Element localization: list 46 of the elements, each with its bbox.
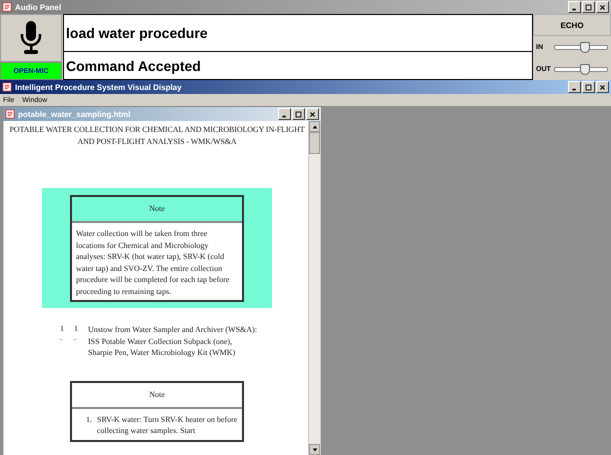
app-icon (5, 109, 15, 119)
response-text: Command Accepted (63, 52, 533, 80)
microphone-icon (20, 21, 42, 55)
minimize-button[interactable] (568, 1, 581, 13)
close-button[interactable] (596, 81, 609, 93)
scroll-up-button[interactable] (309, 121, 320, 132)
maximize-icon (584, 2, 593, 12)
step-number: 1 (60, 324, 65, 333)
minimize-button[interactable] (278, 108, 291, 120)
scroll-thumb[interactable] (309, 132, 320, 154)
app-icon (2, 82, 12, 92)
close-button[interactable] (596, 1, 609, 13)
app-icon (2, 2, 12, 12)
close-icon (598, 2, 607, 12)
minimize-button[interactable] (568, 81, 581, 93)
maximize-button[interactable] (582, 81, 595, 93)
echo-button[interactable]: ECHO (533, 14, 611, 36)
scroll-down-button[interactable] (309, 444, 320, 455)
note-text: Water collection will be taken from three locations for Chemical and Microbiology analyses: SRV-K (hot water tap), SRV-K (cold water tap) and SVO-ZV. The entire collection procedure will be completed for each tap before proceeding to remaining taps. (76, 228, 230, 297)
maximize-icon (294, 110, 303, 118)
slider-thumb[interactable] (580, 64, 590, 74)
close-icon (598, 82, 607, 92)
down-arrow-icon (312, 446, 318, 452)
step-number: . (74, 333, 77, 342)
command-text: load water procedure (63, 14, 533, 52)
slider-thumb[interactable] (580, 42, 590, 52)
note-header: Note (72, 197, 242, 223)
item-number: 1. (86, 414, 92, 426)
maximize-button[interactable] (582, 1, 595, 13)
up-arrow-icon (312, 124, 318, 130)
maximize-button[interactable] (292, 108, 305, 120)
note-text: SRV-K water: Turn SRV-K heater on before collecting water samples. Start (97, 414, 238, 436)
microphone-button[interactable] (0, 14, 62, 62)
maximize-icon (584, 82, 593, 92)
note-header: Note (72, 382, 242, 408)
document-heading: POTABLE WATER COLLECTION FOR CHEMICAL AND MICROBIOLOGY IN-FLIGHT AND POST-FLIGHT ANALYSIS - WMK/WS&A (8, 124, 306, 148)
volume-slider[interactable] (554, 66, 608, 72)
step-number: 1 (74, 324, 79, 333)
window-title: Audio Panel (15, 2, 62, 12)
window-title: Intelligent Procedure System Visual Display (15, 82, 183, 92)
window-title: potable_water_sampling.html (18, 110, 132, 118)
step-number: . (60, 333, 63, 342)
close-button[interactable] (306, 108, 319, 120)
step-text: Unstow from Water Sampler and Archiver (WS&A): ISS Potable Water Collection Subpack (one), Sharpie Pen, Water Microbiology Kit (WMK) (88, 324, 258, 358)
close-icon (308, 110, 317, 118)
volume-slider[interactable] (554, 44, 608, 50)
